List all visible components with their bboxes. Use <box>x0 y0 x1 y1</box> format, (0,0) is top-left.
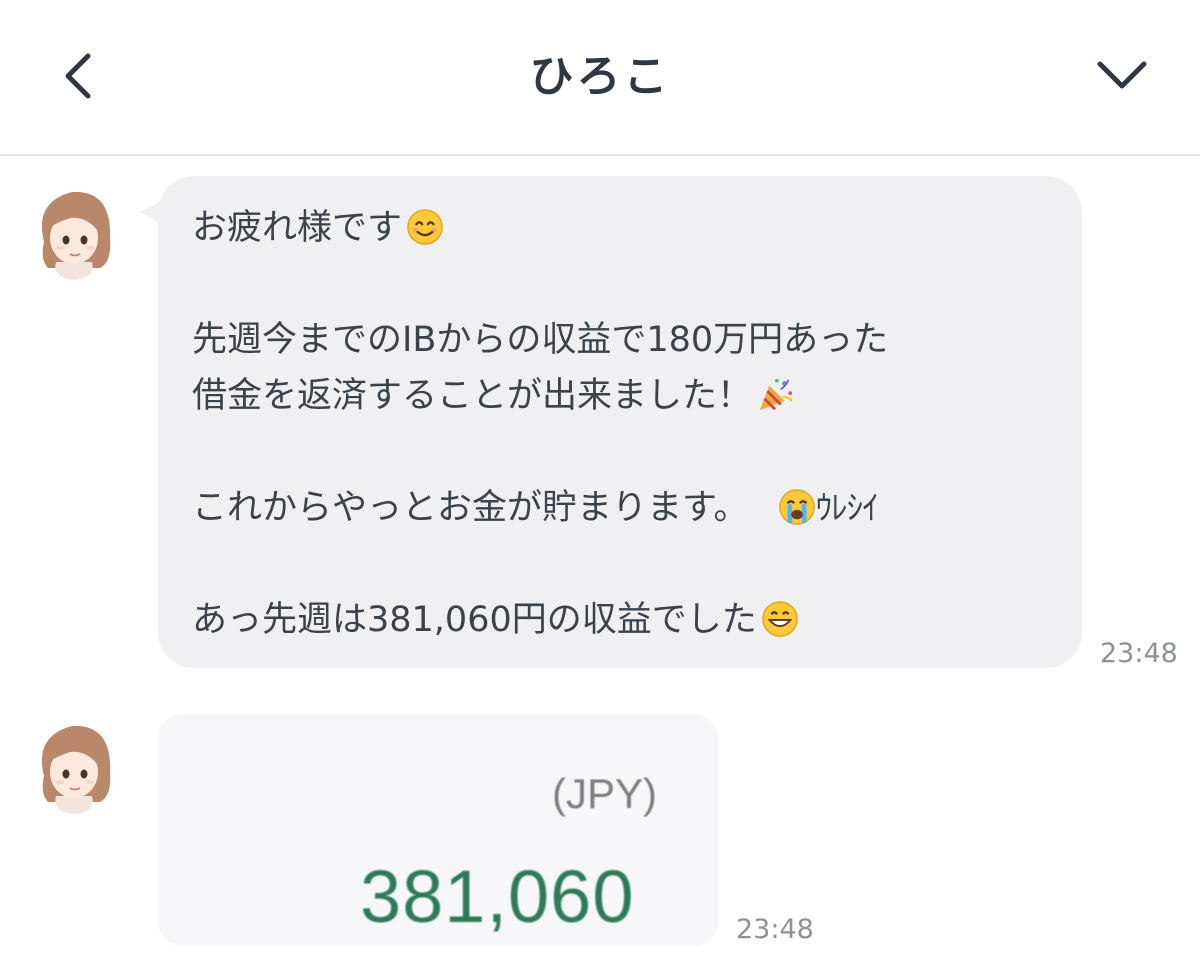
party-popper-icon <box>759 378 793 411</box>
message-line: 先週今までのIBからの収益で180万円あった <box>192 320 889 360</box>
chat-title: ひろこ <box>529 51 671 102</box>
avatar-woman-brown-hair <box>41 191 111 280</box>
message-time: 23:48 <box>736 914 814 945</box>
message-line: これからやっとお金が貯まります。 ｳﾚｼｲ <box>192 488 879 528</box>
grinning-face-icon <box>761 601 798 637</box>
message-time: 23:48 <box>1100 638 1178 669</box>
avatar-woman-brown-hair <box>41 725 111 814</box>
menu-button[interactable] <box>1086 40 1156 110</box>
avatar[interactable] <box>30 182 120 282</box>
message-line: 借金を返済することが出来ました！ <box>192 374 794 418</box>
crying-face-icon <box>778 489 815 525</box>
message-line: お疲れ様です <box>192 206 444 250</box>
chat-header: ひろこ <box>0 0 1200 156</box>
chevron-down-icon <box>1097 61 1147 89</box>
image-amount-value: 381,060 <box>360 855 635 938</box>
avatar[interactable] <box>30 716 120 816</box>
message-line: あっ先週は381,060円の収益でした <box>192 598 799 642</box>
image-currency-label: (JPY) <box>552 770 657 817</box>
smiling-face-icon <box>407 209 443 245</box>
